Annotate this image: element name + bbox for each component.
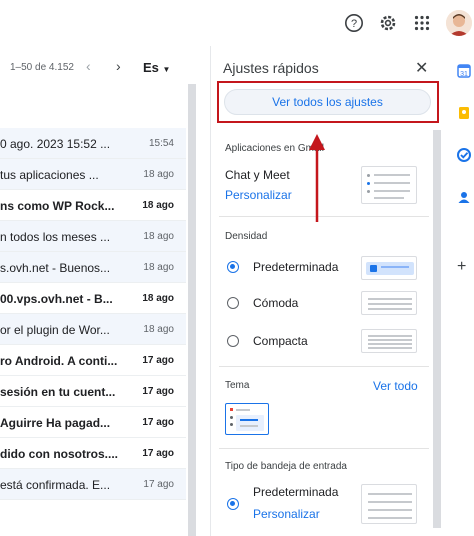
email-date: 18 ago bbox=[142, 200, 174, 211]
divider bbox=[219, 216, 429, 217]
avatar[interactable] bbox=[446, 10, 472, 36]
theme-default-thumbnail[interactable] bbox=[225, 403, 269, 435]
quick-settings-title: Ajustes rápidos bbox=[223, 60, 319, 76]
input-language-selector[interactable]: Es ▼ bbox=[143, 60, 170, 75]
chat-meet-label: Chat y Meet bbox=[225, 168, 290, 182]
density-comfortable-label: Cómoda bbox=[253, 296, 299, 310]
email-date: 15:54 bbox=[148, 138, 174, 149]
density-section-title: Densidad bbox=[225, 231, 268, 242]
inbox-default-label: Predeterminada bbox=[253, 485, 339, 499]
email-subject: dido con nosotros.... bbox=[0, 447, 118, 461]
panel-scrollbar[interactable] bbox=[433, 130, 441, 528]
inbox-default-radio[interactable] bbox=[227, 498, 239, 510]
email-subject: or el plugin de Wor... bbox=[0, 323, 110, 337]
chevron-right-icon[interactable]: › bbox=[116, 58, 121, 74]
email-subject: tus aplicaciones ... bbox=[0, 168, 99, 182]
apps-grid-icon[interactable] bbox=[411, 12, 433, 34]
email-row[interactable]: Aguirre Ha pagad... 17 ago bbox=[0, 407, 186, 438]
inbox-default-thumbnail bbox=[361, 484, 417, 524]
email-row[interactable]: tus aplicaciones ... 18 ago bbox=[0, 159, 186, 190]
see-all-settings-button[interactable]: Ver todos los ajustes bbox=[224, 89, 431, 115]
help-icon[interactable]: ? bbox=[343, 12, 365, 34]
email-subject: ro Android. A conti... bbox=[0, 354, 118, 368]
keep-icon[interactable] bbox=[457, 106, 471, 120]
email-row[interactable]: or el plugin de Wor... 18 ago bbox=[0, 314, 186, 345]
density-comfortable-thumbnail bbox=[361, 291, 417, 315]
divider bbox=[219, 448, 429, 449]
email-row[interactable]: s.ovh.net - Buenos... 18 ago bbox=[0, 252, 186, 283]
density-compact-label: Compacta bbox=[253, 334, 308, 348]
email-date: 18 ago bbox=[143, 262, 174, 273]
email-subject: ns como WP Rock... bbox=[0, 199, 115, 213]
quick-settings-panel: Ajustes rápidos ✕ Ver todos los ajustes … bbox=[210, 46, 443, 536]
list-toolbar: 1–50 de 4.152 ‹ › Es ▼ bbox=[0, 46, 198, 86]
add-icon[interactable]: + bbox=[457, 259, 471, 275]
chat-meet-thumbnail bbox=[361, 166, 417, 204]
inbox-type-section-title: Tipo de bandeja de entrada bbox=[225, 461, 347, 472]
email-date: 18 ago bbox=[143, 231, 174, 242]
density-comfortable-radio[interactable] bbox=[227, 297, 239, 309]
calendar-icon[interactable]: 31 bbox=[457, 64, 471, 78]
email-date: 17 ago bbox=[142, 448, 174, 459]
email-date: 17 ago bbox=[143, 479, 174, 490]
email-date: 18 ago bbox=[142, 293, 174, 304]
email-subject: 0 ago. 2023 15:52 ... bbox=[0, 137, 111, 151]
pagination-text: 1–50 de 4.152 bbox=[10, 62, 74, 73]
customize-apps-link[interactable]: Personalizar bbox=[225, 188, 292, 202]
email-subject: está confirmada. E... bbox=[0, 478, 111, 492]
email-subject: sesión en tu cuent... bbox=[0, 385, 116, 399]
density-default-radio[interactable] bbox=[227, 261, 239, 273]
email-row[interactable]: dido con nosotros.... 17 ago bbox=[0, 438, 186, 469]
divider bbox=[219, 366, 429, 367]
email-subject: 00.vps.ovh.net - B... bbox=[0, 292, 113, 306]
theme-section-title: Tema bbox=[225, 380, 250, 391]
caret-down-icon: ▼ bbox=[162, 65, 171, 74]
tasks-icon[interactable] bbox=[457, 148, 471, 162]
email-date: 17 ago bbox=[142, 417, 174, 428]
svg-text:31: 31 bbox=[460, 71, 468, 78]
email-subject: s.ovh.net - Buenos... bbox=[0, 261, 111, 275]
email-row[interactable]: n todos los meses ... 18 ago bbox=[0, 221, 186, 252]
gear-icon[interactable] bbox=[377, 12, 399, 34]
contacts-icon[interactable] bbox=[457, 190, 471, 204]
highlight-box: Ver todos los ajustes bbox=[217, 81, 439, 123]
email-date: 18 ago bbox=[143, 324, 174, 335]
density-default-thumbnail bbox=[361, 256, 417, 280]
side-panel-bar: 31 + bbox=[452, 46, 474, 536]
email-row[interactable]: 00.vps.ovh.net - B... 18 ago bbox=[0, 283, 186, 314]
email-row[interactable]: ns como WP Rock... 18 ago bbox=[0, 190, 186, 221]
email-date: 17 ago bbox=[142, 355, 174, 366]
email-rows: 0 ago. 2023 15:52 ... 15:54 tus aplicacion… bbox=[0, 128, 186, 500]
email-row[interactable]: sesión en tu cuent... 17 ago bbox=[0, 376, 186, 407]
apps-section-title: Aplicaciones en Gmail bbox=[225, 143, 324, 154]
email-date: 18 ago bbox=[143, 169, 174, 180]
email-date: 17 ago bbox=[142, 386, 174, 397]
inbox-customize-link[interactable]: Personalizar bbox=[253, 507, 320, 521]
density-default-label: Predeterminada bbox=[253, 260, 339, 274]
email-subject: Aguirre Ha pagad... bbox=[0, 416, 111, 430]
close-icon[interactable]: ✕ bbox=[415, 58, 428, 78]
see-all-themes-link[interactable]: Ver todo bbox=[373, 379, 418, 393]
density-compact-radio[interactable] bbox=[227, 335, 239, 347]
svg-text:?: ? bbox=[351, 18, 357, 30]
email-list: 1–50 de 4.152 ‹ › Es ▼ 0 ago. 2023 15:52… bbox=[0, 46, 198, 536]
list-scrollbar[interactable] bbox=[188, 84, 196, 536]
email-subject: n todos los meses ... bbox=[0, 230, 111, 244]
top-bar: ? bbox=[0, 0, 474, 46]
density-compact-thumbnail bbox=[361, 329, 417, 353]
email-row[interactable]: 0 ago. 2023 15:52 ... 15:54 bbox=[0, 128, 186, 159]
email-row[interactable]: ro Android. A conti... 17 ago bbox=[0, 345, 186, 376]
email-row[interactable]: está confirmada. E... 17 ago bbox=[0, 469, 186, 500]
chevron-left-icon[interactable]: ‹ bbox=[86, 58, 91, 74]
